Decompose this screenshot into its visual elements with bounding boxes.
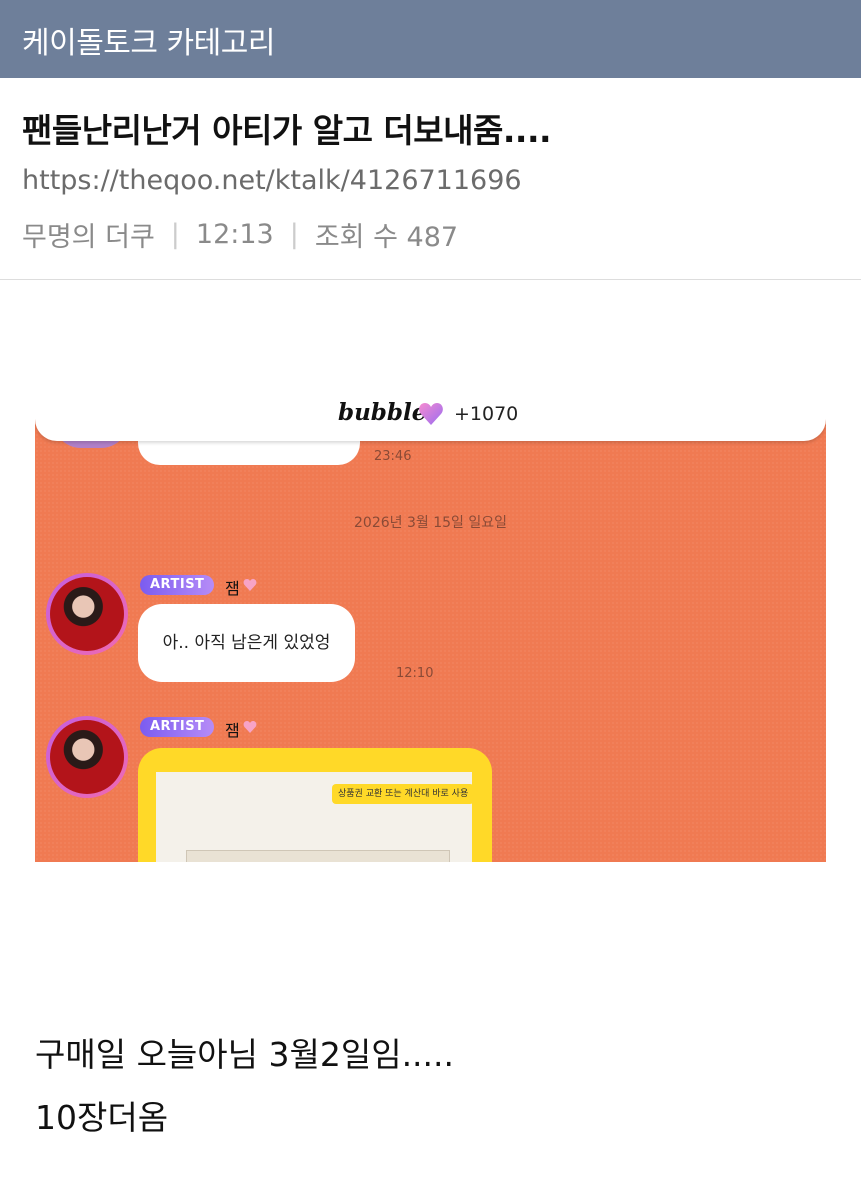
heart-icon xyxy=(419,403,443,425)
caption-line: 10장더옴 xyxy=(35,1098,169,1137)
header-divider xyxy=(0,279,861,280)
message-time: 12:10 xyxy=(396,666,434,681)
post-url-link[interactable]: https://theqoo.net/ktalk/4126711696 xyxy=(22,165,522,196)
artist-badge: ARTIST xyxy=(140,575,215,595)
category-header[interactable]: 케이돌토크 카테고리 xyxy=(0,0,861,78)
heart-icon xyxy=(243,579,257,591)
coupon-barcode-area xyxy=(186,850,450,862)
message-time: 23:46 xyxy=(374,449,412,464)
bubble-count: +1070 xyxy=(454,403,519,425)
category-title: 케이돌토크 카테고리 xyxy=(22,26,275,61)
post-title: 팬들난리난거 아티가 알고 더보내줌.... xyxy=(22,111,552,150)
meta-separator: | xyxy=(289,219,299,250)
heart-icon xyxy=(243,721,257,733)
meta-separator: | xyxy=(170,219,180,250)
artist-avatar xyxy=(46,573,128,655)
bubble-logo: bubble xyxy=(338,399,427,426)
artist-avatar xyxy=(46,716,128,798)
coupon-message: 상품권 교환 또는 계산대 바로 사용 xyxy=(138,748,492,862)
bubble-app-header: bubble +1070 xyxy=(35,385,826,441)
date-divider: 2026년 3월 15일 일요일 xyxy=(354,515,507,531)
post-author: 무명의 더쿠 xyxy=(22,222,155,253)
embedded-screenshot: bubble +1070 23:46 2026년 3월 15일 일요일 ARTI… xyxy=(35,385,826,862)
caption-line: 구매일 오늘아님 3월2일임..... xyxy=(35,1035,455,1074)
message-bubble: 아.. 아직 남은게 있었엉 xyxy=(138,604,355,682)
post-meta: 무명의 더쿠 | 12:13 | 조회 수 487 xyxy=(22,215,458,254)
post-views: 조회 수 487 xyxy=(314,222,459,253)
artist-name: 잼 xyxy=(225,721,240,740)
coupon-card: 상품권 교환 또는 계산대 바로 사용 xyxy=(156,772,475,862)
artist-badge: ARTIST xyxy=(140,717,215,737)
post-time: 12:13 xyxy=(195,219,274,250)
coupon-label: 상품권 교환 또는 계산대 바로 사용 xyxy=(332,784,475,804)
artist-name: 잼 xyxy=(225,579,240,598)
